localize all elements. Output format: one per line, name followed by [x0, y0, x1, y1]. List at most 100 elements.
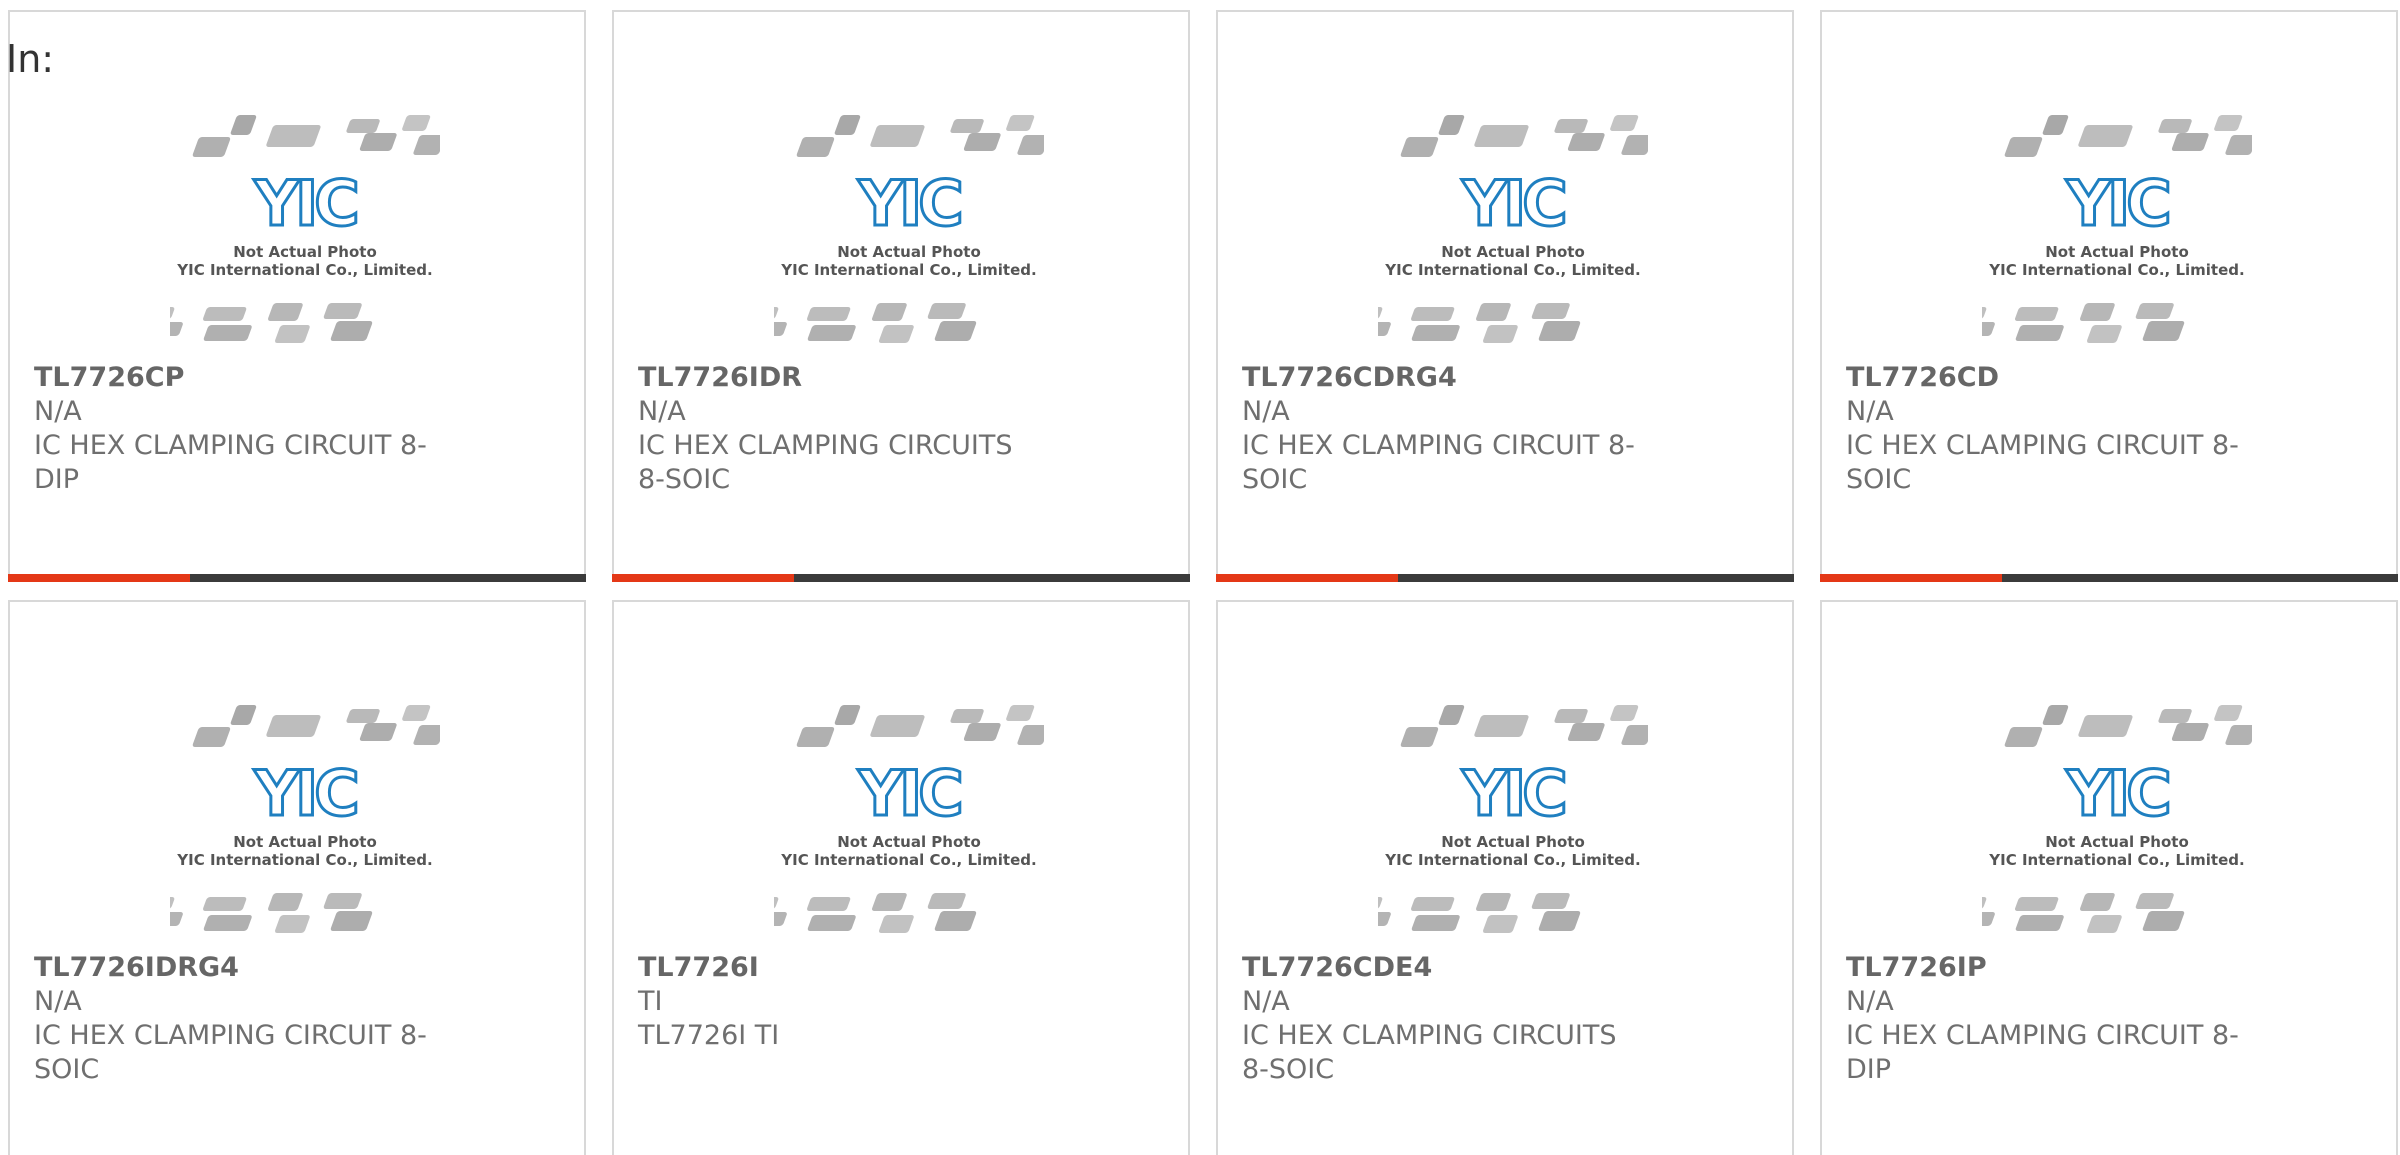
yic-logo-icon: YIC — [2064, 166, 2174, 242]
product-card[interactable]: YIC Not Actual Photo YIC International Co.… — [8, 10, 586, 582]
company-caption: YIC International Co., Limited. — [176, 851, 432, 869]
yic-logo-icon: YIC — [856, 166, 966, 242]
chip-cluster-top-icon — [1400, 115, 1653, 157]
not-actual-photo-caption: Not Actual Photo — [233, 833, 377, 851]
yic-logo-icon: YIC — [252, 756, 362, 832]
company-caption: YIC International Co., Limited. — [1384, 261, 1640, 279]
description-text: IC HEX CLAMPING CIRCUIT 8-SOIC — [1242, 430, 1635, 495]
card-footer-bar — [8, 574, 586, 582]
yic-logo-icon: YIC — [252, 166, 362, 242]
product-card[interactable]: YIC Not Actual Photo YIC International Co.… — [1820, 10, 2398, 582]
product-card[interactable]: YIC Not Actual Photo YIC International Co.… — [8, 600, 586, 1155]
chip-cluster-top-icon — [192, 115, 445, 157]
product-image-container: YIC Not Actual Photo YIC International Co.… — [1361, 107, 1653, 352]
product-thumbnail-image[interactable]: YIC Not Actual PhotoYIC International Co.… — [757, 107, 1049, 352]
yic-logo-icon: YIC — [1460, 166, 1570, 242]
chip-cluster-bottom-icon — [1965, 893, 2185, 933]
part-number-link[interactable]: TL7726IDR — [638, 361, 1038, 395]
description-text: IC HEX CLAMPING CIRCUIT 8-SOIC — [1846, 430, 2239, 495]
product-card[interactable]: YIC Not Actual Photo YIC International Co.… — [612, 10, 1190, 582]
product-image-container: YIC Not Actual Photo YIC International Co.… — [1965, 107, 2257, 352]
card-footer-bar — [1216, 574, 1794, 582]
product-image-container: YIC Not Actual Photo YIC International Co.… — [153, 107, 445, 352]
chip-cluster-bottom-icon — [1361, 893, 1581, 933]
product-meta: TL7726IDRG4 N/A IC HEX CLAMPING CIRCUIT 8-… — [34, 951, 434, 1087]
card-footer-accent — [1216, 574, 1398, 582]
part-number-link[interactable]: TL7726CDRG4 — [1242, 361, 1642, 395]
manufacturer-text: N/A — [34, 986, 82, 1017]
chip-cluster-top-icon — [796, 705, 1049, 747]
card-footer-accent — [8, 574, 190, 582]
svg-text:YIC: YIC — [2065, 167, 2168, 240]
chip-cluster-top-icon — [2004, 115, 2257, 157]
not-actual-photo-caption: Not Actual Photo — [1441, 833, 1585, 851]
card-footer-accent — [1820, 574, 2002, 582]
product-image-container: YIC Not Actual Photo YIC International Co.… — [153, 697, 445, 942]
product-image-container: YIC Not Actual Photo YIC International Co.… — [757, 107, 1049, 352]
company-caption: YIC International Co., Limited. — [780, 851, 1036, 869]
not-actual-photo-caption: Not Actual Photo — [2045, 833, 2189, 851]
manufacturer-text: TI — [638, 986, 663, 1017]
description-text: IC HEX CLAMPING CIRCUIT 8-SOIC — [34, 1020, 427, 1085]
chip-cluster-bottom-icon — [757, 303, 977, 343]
svg-text:YIC: YIC — [1461, 757, 1564, 830]
yic-logo-icon: YIC — [856, 756, 966, 832]
not-actual-photo-caption: Not Actual Photo — [837, 243, 981, 261]
company-caption: YIC International Co., Limited. — [1988, 261, 2244, 279]
description-text: IC HEX CLAMPING CIRCUITS 8-SOIC — [638, 430, 1013, 495]
manufacturer-text: N/A — [34, 396, 82, 427]
manufacturer-text: N/A — [1242, 986, 1290, 1017]
product-thumbnail-image[interactable]: YIC Not Actual PhotoYIC International Co.… — [153, 697, 445, 942]
product-thumbnail-image[interactable]: YIC Not Actual PhotoYIC International Co.… — [1361, 107, 1653, 352]
description-text: IC HEX CLAMPING CIRCUIT 8-DIP — [1846, 1020, 2239, 1085]
svg-text:YIC: YIC — [2065, 757, 2168, 830]
product-meta: TL7726IDR N/A IC HEX CLAMPING CIRCUITS 8-S… — [638, 361, 1038, 497]
card-footer-bar — [612, 574, 1190, 582]
company-caption: YIC International Co., Limited. — [176, 261, 432, 279]
product-card[interactable]: YIC Not Actual Photo YIC International Co.… — [1216, 600, 1794, 1155]
product-card[interactable]: YIC Not Actual Photo YIC International Co.… — [612, 600, 1190, 1155]
part-number-link[interactable]: TL7726IP — [1846, 951, 2246, 985]
product-meta: TL7726I TI TL7726I TI — [638, 951, 1038, 1053]
part-number-link[interactable]: TL7726CDE4 — [1242, 951, 1642, 985]
chip-cluster-bottom-icon — [1965, 303, 2185, 343]
chip-cluster-top-icon — [2004, 705, 2257, 747]
part-number-link[interactable]: TL7726I — [638, 951, 1038, 985]
chip-cluster-top-icon — [796, 115, 1049, 157]
yic-logo-icon: YIC — [2064, 756, 2174, 832]
description-text: IC HEX CLAMPING CIRCUIT 8-DIP — [34, 430, 427, 495]
product-image-container: YIC Not Actual Photo YIC International Co.… — [757, 697, 1049, 942]
chip-cluster-top-icon — [1400, 705, 1653, 747]
manufacturer-text: N/A — [1846, 986, 1894, 1017]
description-text: TL7726I TI — [638, 1020, 780, 1051]
chip-cluster-bottom-icon — [757, 893, 977, 933]
product-card[interactable]: YIC Not Actual Photo YIC International Co.… — [1820, 600, 2398, 1155]
product-thumbnail-image[interactable]: YIC Not Actual PhotoYIC International Co.… — [1965, 107, 2257, 352]
product-card[interactable]: YIC Not Actual Photo YIC International Co.… — [1216, 10, 1794, 582]
product-thumbnail-image[interactable]: YIC Not Actual PhotoYIC International Co.… — [757, 697, 1049, 942]
product-image-container: YIC Not Actual Photo YIC International Co.… — [1361, 697, 1653, 942]
not-actual-photo-caption: Not Actual Photo — [233, 243, 377, 261]
product-thumbnail-image[interactable]: YIC Not Actual PhotoYIC International Co.… — [1965, 697, 2257, 942]
chip-cluster-bottom-icon — [1361, 303, 1581, 343]
product-meta: TL7726CDRG4 N/A IC HEX CLAMPING CIRCUIT 8-… — [1242, 361, 1642, 497]
yic-logo-icon: YIC — [1460, 756, 1570, 832]
part-number-link[interactable]: TL7726CD — [1846, 361, 2246, 395]
product-meta: TL7726CD N/A IC HEX CLAMPING CIRCUIT 8-SOI… — [1846, 361, 2246, 497]
chip-cluster-bottom-icon — [153, 303, 373, 343]
manufacturer-text: N/A — [1846, 396, 1894, 427]
part-number-link[interactable]: TL7726CP — [34, 361, 434, 395]
product-image-container: YIC Not Actual Photo YIC International Co.… — [1965, 697, 2257, 942]
chip-cluster-top-icon — [192, 705, 445, 747]
product-thumbnail-image[interactable]: YIC Not Actual PhotoYIC International Co.… — [153, 107, 445, 352]
not-actual-photo-caption: Not Actual Photo — [837, 833, 981, 851]
svg-text:YIC: YIC — [253, 757, 356, 830]
company-caption: YIC International Co., Limited. — [1384, 851, 1640, 869]
product-meta: TL7726CDE4 N/A IC HEX CLAMPING CIRCUITS 8-… — [1242, 951, 1642, 1087]
company-caption: YIC International Co., Limited. — [780, 261, 1036, 279]
manufacturer-text: N/A — [1242, 396, 1290, 427]
product-thumbnail-image[interactable]: YIC Not Actual PhotoYIC International Co.… — [1361, 697, 1653, 942]
part-number-link[interactable]: TL7726IDRG4 — [34, 951, 434, 985]
card-footer-accent — [612, 574, 794, 582]
product-grid-page: In: YIC Not Actual Photo YIC International… — [0, 0, 2400, 1155]
